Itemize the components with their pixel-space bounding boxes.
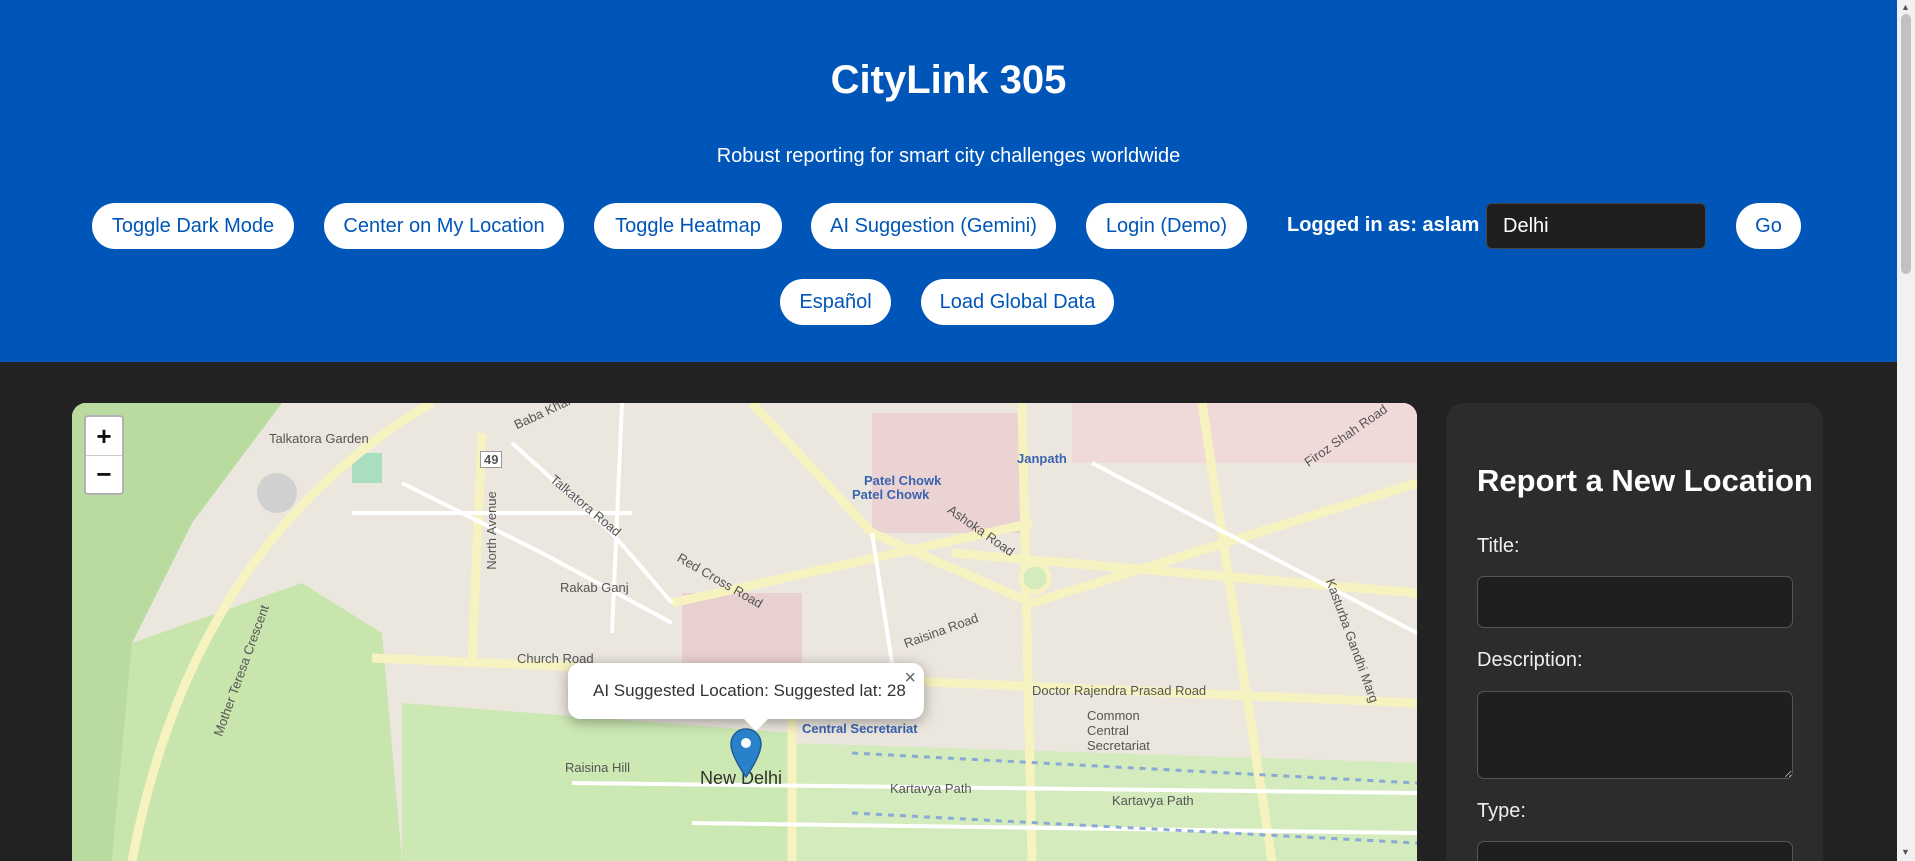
- ai-suggestion-popup: AI Suggested Location: Suggested lat: 28…: [568, 663, 924, 731]
- popup-close-button[interactable]: ×: [904, 667, 916, 690]
- map-label-talkatora: Talkatora Garden: [269, 431, 369, 446]
- zoom-out-button[interactable]: −: [86, 455, 122, 493]
- type-select[interactable]: [1477, 841, 1793, 861]
- map-label-rajendra-prasad-road: Doctor Rajendra Prasad Road: [1032, 683, 1207, 698]
- logged-in-status: Logged in as: aslam: [1287, 214, 1480, 236]
- map-label-central-secretariat: Central Secretariat: [802, 721, 918, 736]
- type-label: Type:: [1477, 800, 1526, 822]
- map-label-patel-chowk-2: Patel Chowk: [852, 487, 930, 502]
- map-tiles: [72, 403, 1417, 861]
- page-scrollbar[interactable]: ▲ ▼: [1897, 0, 1915, 861]
- toggle-heatmap-button[interactable]: Toggle Heatmap: [594, 203, 782, 249]
- app-subtitle: Robust reporting for smart city challeng…: [716, 145, 1181, 167]
- description-textarea[interactable]: [1477, 691, 1793, 779]
- scroll-down-icon[interactable]: ▼: [1901, 847, 1910, 857]
- report-panel-title: Report a New Location: [1477, 463, 1813, 498]
- app-title: CityLink 305: [830, 58, 1067, 102]
- login-button[interactable]: Login (Demo): [1086, 203, 1247, 249]
- language-spanish-button[interactable]: Español: [780, 279, 891, 325]
- description-label: Description:: [1477, 649, 1583, 671]
- load-global-data-button[interactable]: Load Global Data: [921, 279, 1114, 325]
- go-button[interactable]: Go: [1736, 203, 1801, 249]
- popup-text: AI Suggested Location: Suggested lat: 28: [593, 681, 906, 700]
- toggle-dark-mode-button[interactable]: Toggle Dark Mode: [92, 203, 294, 249]
- zoom-control: + −: [84, 415, 124, 495]
- scroll-up-icon[interactable]: ▲: [1901, 2, 1910, 12]
- title-input[interactable]: [1477, 576, 1793, 628]
- city-search-input[interactable]: [1486, 203, 1706, 249]
- map-label-north-avenue: North Avenue: [483, 491, 499, 570]
- route-shield-49: 49: [480, 451, 503, 468]
- map-label-kartavya-path-2: Kartavya Path: [1112, 793, 1194, 808]
- map-view[interactable]: Talkatora Garden Rakab Ganj Patel Chowk …: [72, 403, 1417, 861]
- map-pin-icon[interactable]: [730, 728, 762, 778]
- title-label: Title:: [1477, 535, 1520, 557]
- zoom-in-button[interactable]: +: [86, 417, 122, 455]
- map-label-rakab-ganj: Rakab Ganj: [560, 580, 629, 595]
- center-location-button[interactable]: Center on My Location: [324, 203, 564, 249]
- report-panel: Report a New Location Title: Description…: [1446, 403, 1823, 861]
- ai-suggestion-button[interactable]: AI Suggestion (Gemini): [811, 203, 1056, 249]
- app-header: CityLink 305 Robust reporting for smart …: [0, 0, 1897, 362]
- map-label-kartavya-path: Kartavya Path: [890, 781, 972, 796]
- map-label-patel-chowk: Patel Chowk: [864, 473, 942, 488]
- scrollbar-thumb[interactable]: [1901, 14, 1911, 274]
- map-label-common-secretariat: Common Central Secretariat: [1087, 708, 1150, 753]
- map-label-janpath: Janpath: [1017, 451, 1067, 466]
- map-label-raisina-hill: Raisina Hill: [565, 760, 631, 775]
